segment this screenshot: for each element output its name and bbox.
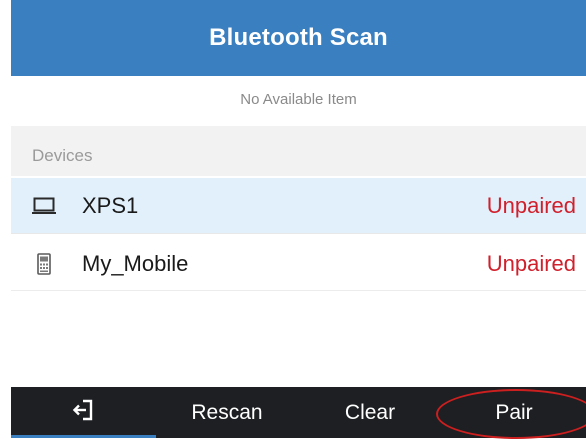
devices-section-header	[11, 126, 586, 176]
softkey-bar: Rescan Clear Pair	[11, 387, 586, 438]
rescan-button[interactable]: Rescan	[156, 387, 298, 438]
list-bottom-divider	[11, 290, 586, 291]
device-name: XPS1	[82, 193, 139, 218]
empty-scan-message: No Available Item	[240, 90, 357, 108]
mobile-phone-icon	[31, 253, 57, 275]
clear-button[interactable]: Clear	[298, 387, 442, 438]
row-divider	[11, 233, 586, 234]
device-row-my-mobile[interactable]: My_Mobile Unpaired	[11, 236, 586, 291]
device-status: Unpaired	[486, 251, 576, 276]
pair-button[interactable]: Pair	[442, 387, 586, 438]
device-status: Unpaired	[486, 193, 576, 218]
laptop-icon	[31, 195, 57, 217]
device-name: My_Mobile	[82, 251, 189, 276]
devices-section-label: Devices	[32, 146, 93, 165]
exit-icon	[72, 398, 96, 428]
title-bar: Bluetooth Scan	[11, 0, 586, 76]
back-button[interactable]	[11, 387, 156, 438]
page-title: Bluetooth Scan	[209, 24, 388, 51]
device-row-xps1[interactable]: XPS1 Unpaired	[11, 178, 586, 233]
